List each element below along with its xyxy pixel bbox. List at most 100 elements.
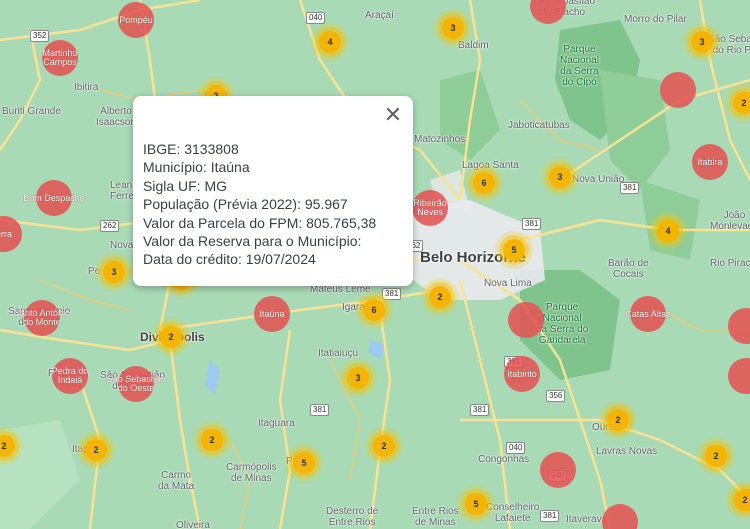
place-label: Oliveira <box>176 520 210 529</box>
place-label: Ibitira <box>74 82 99 93</box>
road-shield: 352 <box>30 30 50 42</box>
place-label: Entre Rios de Minas <box>412 506 459 528</box>
place-label: Baldim <box>458 40 489 51</box>
cluster-marker[interactable]: 6 <box>363 299 385 321</box>
info-parcela: Valor da Parcela do FPM: 805.765,38 <box>143 214 377 231</box>
place-label: São Sebastião do Rio Preto <box>708 34 750 56</box>
info-uf: Sigla UF: MG <box>143 177 228 194</box>
place-label: Carmópolis de Minas <box>226 462 277 484</box>
municipality-marker[interactable] <box>660 72 696 108</box>
municipality-marker[interactable]: Martinho Campos <box>42 40 78 76</box>
municipality-marker-itauna[interactable]: Itaúna <box>254 296 290 332</box>
cluster-marker[interactable]: 3 <box>103 261 125 283</box>
municipality-label: Martinho Campos <box>42 48 78 67</box>
cluster-marker[interactable]: 2 <box>733 92 750 114</box>
place-label: Alberto Isaacson <box>96 106 137 128</box>
place-label: Conselheiro Lafaiete <box>486 502 540 524</box>
close-icon[interactable]: ✕ <box>381 104 405 128</box>
place-label: Barão de Cocais <box>608 258 649 280</box>
info-reserva: Valor da Reserva para o Município: <box>143 233 362 250</box>
place-label: Igara <box>342 302 365 313</box>
municipality-marker[interactable]: Pedra do Indaiá <box>52 358 88 394</box>
place-label: Lean Ferre <box>110 180 134 202</box>
place-label: Itatiaiuçu <box>318 348 359 359</box>
road-shield: 381 <box>310 404 330 416</box>
municipality-marker[interactable]: Bom Despacho <box>23 180 85 216</box>
road-shield: 381 <box>470 404 490 416</box>
municipality-label: Itaúna <box>259 308 285 319</box>
place-label: Nova União <box>572 174 625 185</box>
info-window-content: IBGE: 3133808 Município: Itaúna Sigla UF… <box>143 140 376 269</box>
cluster-marker[interactable]: 2 <box>160 326 182 348</box>
cluster-marker[interactable]: 5 <box>293 452 315 474</box>
place-label: Itaguara <box>258 418 295 429</box>
cluster-marker[interactable]: 5 <box>503 239 525 261</box>
water <box>368 340 385 360</box>
cluster-marker[interactable]: 2 <box>85 439 107 461</box>
park-area <box>0 420 80 529</box>
municipality-marker[interactable]: Santo Antônio do Monte <box>14 300 70 336</box>
municipality-marker[interactable]: Pompéu <box>118 2 154 38</box>
cluster-marker[interactable]: 3 <box>691 31 713 53</box>
municipality-label: Itabirito <box>507 368 537 379</box>
place-label: Jaboticatubas <box>508 120 570 131</box>
road-shield: 262 <box>100 220 120 232</box>
place-label: Lagoa Santa <box>462 160 519 171</box>
road-shield: 381 <box>540 510 560 522</box>
cluster-marker[interactable]: 4 <box>319 31 341 53</box>
cluster-marker[interactable]: 2 <box>201 429 223 451</box>
municipality-marker[interactable]: Ribeirão Neves <box>412 190 448 226</box>
cluster-marker[interactable]: 2 <box>705 445 727 467</box>
cluster-marker[interactable]: 2 <box>429 286 451 308</box>
cluster-marker[interactable]: 5 <box>465 493 487 515</box>
road-shield: 381 <box>620 182 640 194</box>
municipality-marker[interactable]: Catas Altas <box>625 296 671 332</box>
place-label: Araçaí <box>365 10 394 21</box>
municipality-label: São Sebastião do Oeste <box>106 374 166 393</box>
municipality-label: Catas Altas <box>625 308 671 319</box>
municipality-label: Ribeirão Neves <box>413 198 447 217</box>
municipality-label: Bom Despacho <box>23 192 85 203</box>
road-shield: 381 <box>522 218 542 230</box>
info-window: ✕ IBGE: 3133808 Município: Itaúna Sigla … <box>133 96 413 286</box>
road-shield: 381 <box>382 288 402 300</box>
place-label: Carmo da Mata <box>158 470 195 492</box>
cluster-marker[interactable]: 2 <box>734 489 750 511</box>
cluster-marker[interactable]: 2 <box>373 435 395 457</box>
place-label: Pe <box>88 266 101 277</box>
place-label: Rio Piracic <box>710 258 750 269</box>
municipality-marker[interactable]: São Sebastião do Oeste <box>107 366 165 402</box>
cluster-marker[interactable]: 3 <box>549 166 571 188</box>
cluster-marker[interactable]: 4 <box>657 220 679 242</box>
cluster-marker[interactable]: 6 <box>473 172 495 194</box>
cluster-marker[interactable]: 2 <box>607 409 629 431</box>
municipality-label: erra <box>0 228 12 239</box>
place-label: Lavras Novas <box>596 446 658 457</box>
place-label: Desterro de Entre Rios <box>326 506 379 528</box>
municipality-marker[interactable] <box>540 452 576 488</box>
place-label: Nova Lima <box>484 278 532 289</box>
municipality-marker[interactable]: Itabira <box>692 144 728 180</box>
municipality-marker[interactable] <box>508 302 544 338</box>
info-populacao: População (Prévia 2022): 95.967 <box>143 196 348 213</box>
place-label: Itaverava <box>566 514 608 525</box>
info-data: Data do crédito: 19/07/2024 <box>143 251 316 268</box>
cluster-marker[interactable]: 3 <box>442 17 464 39</box>
place-label: Nova <box>110 240 134 251</box>
place-label: Buriti Grande <box>2 106 61 117</box>
municipality-label: Pedra do Indaiá <box>51 366 89 385</box>
place-label: João Monlevade <box>710 210 750 232</box>
info-ibge: IBGE: 3133808 <box>143 141 239 157</box>
municipality-marker[interactable]: Itabirito <box>504 356 540 392</box>
municipality-label: Santo Antônio do Monte <box>13 308 71 327</box>
road-shield: 040 <box>506 442 526 454</box>
place-label: Matozinhos <box>414 134 466 145</box>
map-canvas[interactable]: Araçaí Baldim Jaboticatubas Lagoa Santa … <box>0 0 750 529</box>
place-label: Morro do Pilar <box>624 14 687 25</box>
place-label: Congonhas <box>478 454 530 465</box>
cluster-marker[interactable]: 3 <box>347 367 369 389</box>
park-label-serra-cipo: Parque Nacional da Serra do Cipó <box>560 44 599 88</box>
municipality-label: Pompéu <box>119 14 153 25</box>
info-municipio: Município: Itaúna <box>143 159 250 176</box>
park-label-gandarela: Parque Nacional da Serra do Gandarela <box>536 302 589 346</box>
